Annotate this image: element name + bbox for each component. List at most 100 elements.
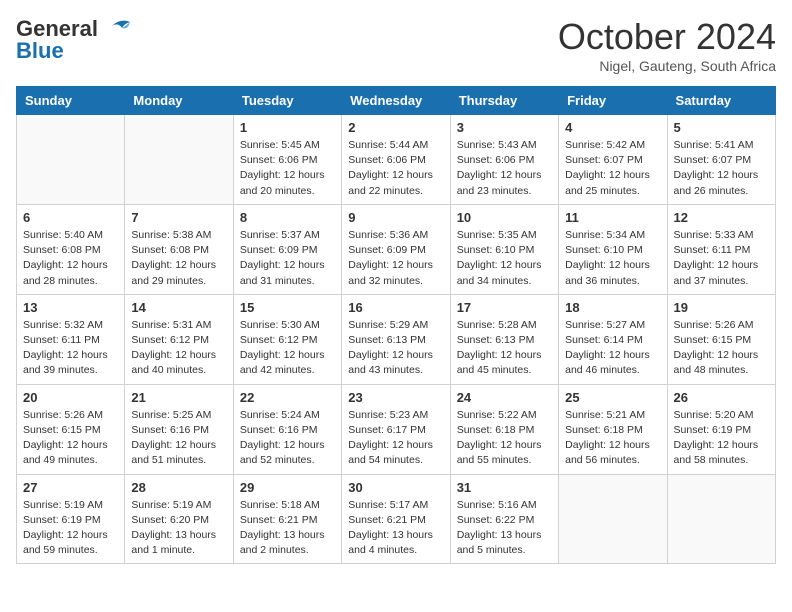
day-info: Sunrise: 5:41 AM Sunset: 6:07 PM Dayligh… [674, 138, 769, 199]
day-number: 7 [131, 210, 226, 225]
day-number: 9 [348, 210, 443, 225]
day-number: 1 [240, 120, 335, 135]
calendar-cell: 9 Sunrise: 5:36 AM Sunset: 6:09 PM Daylig… [342, 204, 450, 294]
calendar-cell: 26 Sunrise: 5:20 AM Sunset: 6:19 PM Dayli… [667, 384, 775, 474]
day-info: Sunrise: 5:18 AM Sunset: 6:21 PM Dayligh… [240, 498, 335, 559]
day-number: 4 [565, 120, 660, 135]
calendar-cell: 20 Sunrise: 5:26 AM Sunset: 6:15 PM Dayli… [17, 384, 125, 474]
day-number: 28 [131, 480, 226, 495]
day-number: 19 [674, 300, 769, 315]
day-number: 16 [348, 300, 443, 315]
calendar-cell: 13 Sunrise: 5:32 AM Sunset: 6:11 PM Dayli… [17, 294, 125, 384]
calendar-cell: 22 Sunrise: 5:24 AM Sunset: 6:16 PM Dayli… [233, 384, 341, 474]
day-number: 23 [348, 390, 443, 405]
day-info: Sunrise: 5:40 AM Sunset: 6:08 PM Dayligh… [23, 228, 118, 289]
day-number: 15 [240, 300, 335, 315]
week-row-1: 1 Sunrise: 5:45 AM Sunset: 6:06 PM Daylig… [17, 115, 776, 205]
day-info: Sunrise: 5:36 AM Sunset: 6:09 PM Dayligh… [348, 228, 443, 289]
day-number: 14 [131, 300, 226, 315]
weekday-header-monday: Monday [125, 87, 233, 115]
day-number: 6 [23, 210, 118, 225]
week-row-4: 20 Sunrise: 5:26 AM Sunset: 6:15 PM Dayli… [17, 384, 776, 474]
day-number: 8 [240, 210, 335, 225]
logo-bird-icon [102, 18, 132, 40]
calendar-cell: 3 Sunrise: 5:43 AM Sunset: 6:06 PM Daylig… [450, 115, 558, 205]
weekday-header-saturday: Saturday [667, 87, 775, 115]
month-title: October 2024 [558, 16, 776, 58]
day-info: Sunrise: 5:29 AM Sunset: 6:13 PM Dayligh… [348, 318, 443, 379]
day-number: 20 [23, 390, 118, 405]
day-number: 26 [674, 390, 769, 405]
day-info: Sunrise: 5:16 AM Sunset: 6:22 PM Dayligh… [457, 498, 552, 559]
day-number: 29 [240, 480, 335, 495]
calendar-cell: 24 Sunrise: 5:22 AM Sunset: 6:18 PM Dayli… [450, 384, 558, 474]
location: Nigel, Gauteng, South Africa [558, 58, 776, 74]
day-info: Sunrise: 5:45 AM Sunset: 6:06 PM Dayligh… [240, 138, 335, 199]
day-number: 18 [565, 300, 660, 315]
day-info: Sunrise: 5:32 AM Sunset: 6:11 PM Dayligh… [23, 318, 118, 379]
calendar-cell: 5 Sunrise: 5:41 AM Sunset: 6:07 PM Daylig… [667, 115, 775, 205]
day-info: Sunrise: 5:17 AM Sunset: 6:21 PM Dayligh… [348, 498, 443, 559]
day-info: Sunrise: 5:27 AM Sunset: 6:14 PM Dayligh… [565, 318, 660, 379]
day-number: 12 [674, 210, 769, 225]
day-number: 30 [348, 480, 443, 495]
logo: General Blue [16, 16, 132, 64]
day-number: 11 [565, 210, 660, 225]
calendar-cell: 28 Sunrise: 5:19 AM Sunset: 6:20 PM Dayli… [125, 474, 233, 564]
calendar-cell: 16 Sunrise: 5:29 AM Sunset: 6:13 PM Dayli… [342, 294, 450, 384]
day-number: 27 [23, 480, 118, 495]
calendar-cell: 10Sunrise: 5:35 AM Sunset: 6:10 PM Dayli… [450, 204, 558, 294]
day-number: 25 [565, 390, 660, 405]
day-info: Sunrise: 5:19 AM Sunset: 6:19 PM Dayligh… [23, 498, 118, 559]
calendar-cell: 25 Sunrise: 5:21 AM Sunset: 6:18 PM Dayli… [559, 384, 667, 474]
calendar-cell: 8 Sunrise: 5:37 AM Sunset: 6:09 PM Daylig… [233, 204, 341, 294]
day-info: Sunrise: 5:44 AM Sunset: 6:06 PM Dayligh… [348, 138, 443, 199]
day-number: 24 [457, 390, 552, 405]
weekday-header-wednesday: Wednesday [342, 87, 450, 115]
calendar-table: SundayMondayTuesdayWednesdayThursdayFrid… [16, 86, 776, 564]
calendar-cell: 31Sunrise: 5:16 AM Sunset: 6:22 PM Dayli… [450, 474, 558, 564]
day-info: Sunrise: 5:30 AM Sunset: 6:12 PM Dayligh… [240, 318, 335, 379]
calendar-cell [667, 474, 775, 564]
weekday-header-friday: Friday [559, 87, 667, 115]
calendar-cell: 11Sunrise: 5:34 AM Sunset: 6:10 PM Dayli… [559, 204, 667, 294]
calendar-cell: 17Sunrise: 5:28 AM Sunset: 6:13 PM Dayli… [450, 294, 558, 384]
calendar-cell [17, 115, 125, 205]
day-info: Sunrise: 5:20 AM Sunset: 6:19 PM Dayligh… [674, 408, 769, 469]
day-info: Sunrise: 5:26 AM Sunset: 6:15 PM Dayligh… [23, 408, 118, 469]
calendar-cell: 21Sunrise: 5:25 AM Sunset: 6:16 PM Dayli… [125, 384, 233, 474]
day-info: Sunrise: 5:19 AM Sunset: 6:20 PM Dayligh… [131, 498, 226, 559]
day-number: 21 [131, 390, 226, 405]
calendar-cell: 12 Sunrise: 5:33 AM Sunset: 6:11 PM Dayli… [667, 204, 775, 294]
weekday-header-tuesday: Tuesday [233, 87, 341, 115]
calendar-cell: 1 Sunrise: 5:45 AM Sunset: 6:06 PM Daylig… [233, 115, 341, 205]
day-info: Sunrise: 5:22 AM Sunset: 6:18 PM Dayligh… [457, 408, 552, 469]
weekday-header-sunday: Sunday [17, 87, 125, 115]
day-info: Sunrise: 5:24 AM Sunset: 6:16 PM Dayligh… [240, 408, 335, 469]
day-info: Sunrise: 5:23 AM Sunset: 6:17 PM Dayligh… [348, 408, 443, 469]
calendar-cell: 29 Sunrise: 5:18 AM Sunset: 6:21 PM Dayli… [233, 474, 341, 564]
calendar-cell [559, 474, 667, 564]
day-number: 10 [457, 210, 552, 225]
weekday-header-row: SundayMondayTuesdayWednesdayThursdayFrid… [17, 87, 776, 115]
calendar-cell: 18 Sunrise: 5:27 AM Sunset: 6:14 PM Dayli… [559, 294, 667, 384]
calendar-cell: 7 Sunrise: 5:38 AM Sunset: 6:08 PM Daylig… [125, 204, 233, 294]
day-info: Sunrise: 5:43 AM Sunset: 6:06 PM Dayligh… [457, 138, 552, 199]
weekday-header-thursday: Thursday [450, 87, 558, 115]
day-number: 5 [674, 120, 769, 135]
day-info: Sunrise: 5:33 AM Sunset: 6:11 PM Dayligh… [674, 228, 769, 289]
week-row-3: 13 Sunrise: 5:32 AM Sunset: 6:11 PM Dayli… [17, 294, 776, 384]
calendar-cell: 14Sunrise: 5:31 AM Sunset: 6:12 PM Dayli… [125, 294, 233, 384]
day-info: Sunrise: 5:38 AM Sunset: 6:08 PM Dayligh… [131, 228, 226, 289]
calendar-cell: 2Sunrise: 5:44 AM Sunset: 6:06 PM Daylig… [342, 115, 450, 205]
day-number: 22 [240, 390, 335, 405]
logo-blue-text: Blue [16, 38, 64, 64]
calendar-cell: 19Sunrise: 5:26 AM Sunset: 6:15 PM Dayli… [667, 294, 775, 384]
day-number: 3 [457, 120, 552, 135]
title-block: October 2024 Nigel, Gauteng, South Afric… [558, 16, 776, 74]
week-row-5: 27 Sunrise: 5:19 AM Sunset: 6:19 PM Dayli… [17, 474, 776, 564]
day-number: 13 [23, 300, 118, 315]
day-info: Sunrise: 5:21 AM Sunset: 6:18 PM Dayligh… [565, 408, 660, 469]
day-info: Sunrise: 5:28 AM Sunset: 6:13 PM Dayligh… [457, 318, 552, 379]
day-info: Sunrise: 5:37 AM Sunset: 6:09 PM Dayligh… [240, 228, 335, 289]
